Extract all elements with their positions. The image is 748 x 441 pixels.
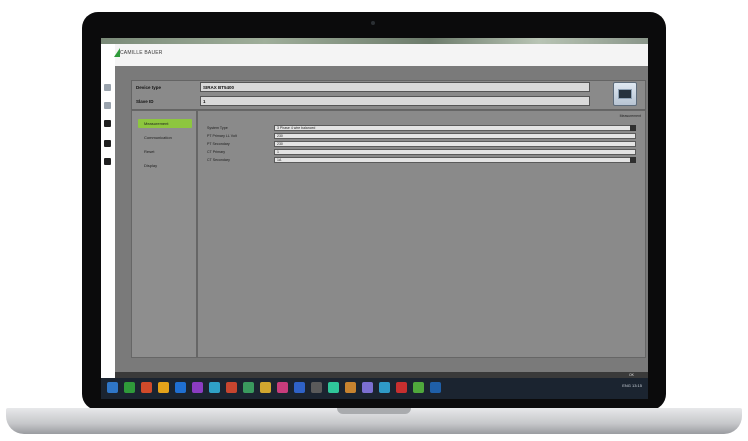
field-value: 1 bbox=[277, 150, 279, 154]
taskbar-app-icon[interactable] bbox=[124, 382, 135, 393]
taskbar-app-icon[interactable] bbox=[226, 382, 237, 393]
taskbar-app-icon[interactable] bbox=[396, 382, 407, 393]
pt-primary-input[interactable]: 230 bbox=[274, 133, 636, 139]
field-label: PT Secondary bbox=[207, 142, 230, 146]
ct-primary-input[interactable]: 1 bbox=[274, 149, 636, 155]
device-info-panel: Device type SIRAX BT5400 Slave ID 1 bbox=[131, 80, 646, 110]
field-label: CT Secondary bbox=[207, 158, 230, 162]
app-header: CAMILLE BAUER bbox=[114, 44, 648, 66]
taskbar: ENG 13:15 bbox=[101, 378, 648, 399]
field-ct-secondary: CT Secondary 1A bbox=[207, 157, 637, 163]
slave-id-label: Slave ID bbox=[136, 99, 154, 104]
app-logo-text: CAMILLE BAUER bbox=[120, 50, 163, 56]
field-label: System Type bbox=[207, 126, 228, 130]
device-type-label: Device type bbox=[136, 85, 162, 90]
field-value: 3 Phase 4 wire balanced bbox=[277, 126, 316, 130]
camera-icon bbox=[371, 21, 375, 25]
system-type-select[interactable]: 3 Phase 4 wire balanced bbox=[274, 125, 636, 131]
field-system-type: System Type 3 Phase 4 wire balanced bbox=[207, 125, 637, 131]
menu-item-communication[interactable]: Communication bbox=[138, 133, 192, 142]
section-title: Measurement bbox=[619, 114, 641, 118]
taskbar-app-icon[interactable] bbox=[141, 382, 152, 393]
menu-item-measurement[interactable]: Measurement bbox=[138, 119, 192, 128]
slave-id-field[interactable]: 1 bbox=[200, 96, 590, 106]
device-image bbox=[613, 82, 637, 106]
taskbar-app-icon[interactable] bbox=[362, 382, 373, 393]
taskbar-app-icon[interactable] bbox=[430, 382, 441, 393]
app-body: Device type SIRAX BT5400 Slave ID 1 Meas… bbox=[115, 66, 648, 372]
taskbar-app-icon[interactable] bbox=[345, 382, 356, 393]
field-value: 1A bbox=[277, 158, 282, 162]
field-ct-primary: CT Primary 1 bbox=[207, 149, 637, 155]
field-value: 230 bbox=[277, 134, 283, 138]
dropdown-arrow-icon[interactable] bbox=[630, 157, 636, 163]
system-tray[interactable]: ENG 13:15 bbox=[622, 383, 642, 388]
save-icon[interactable] bbox=[104, 120, 111, 127]
taskbar-app-icon[interactable] bbox=[379, 382, 390, 393]
taskbar-app-icon[interactable] bbox=[158, 382, 169, 393]
laptop-bezel: CAMILLE BAUER Device type SIRAX BT5400 S… bbox=[82, 12, 666, 410]
field-pt-secondary: PT Secondary 230 bbox=[207, 141, 637, 147]
laptop-screen: CAMILLE BAUER Device type SIRAX BT5400 S… bbox=[101, 38, 648, 399]
file-icon[interactable] bbox=[104, 84, 111, 91]
field-value: 230 bbox=[277, 142, 283, 146]
field-label: PT Primary LL Volt bbox=[207, 134, 237, 138]
download-icon[interactable] bbox=[104, 140, 111, 147]
laptop-base bbox=[6, 408, 742, 434]
upload-icon[interactable] bbox=[104, 158, 111, 165]
taskbar-app-icon[interactable] bbox=[192, 382, 203, 393]
menu-item-display[interactable]: Display bbox=[138, 161, 192, 170]
taskbar-app-icon[interactable] bbox=[209, 382, 220, 393]
taskbar-app-icon[interactable] bbox=[175, 382, 186, 393]
ok-button[interactable]: OK bbox=[629, 373, 634, 377]
dropdown-arrow-icon[interactable] bbox=[630, 125, 636, 131]
pt-secondary-input[interactable]: 230 bbox=[274, 141, 636, 147]
taskbar-app-icon[interactable] bbox=[107, 382, 118, 393]
folder-icon[interactable] bbox=[104, 102, 111, 109]
taskbar-app-icon[interactable] bbox=[243, 382, 254, 393]
laptop-notch bbox=[337, 408, 411, 414]
taskbar-app-icon[interactable] bbox=[277, 382, 288, 393]
field-label: CT Primary bbox=[207, 150, 226, 154]
ct-secondary-select[interactable]: 1A bbox=[274, 157, 636, 163]
taskbar-app-icon[interactable] bbox=[328, 382, 339, 393]
taskbar-app-icon[interactable] bbox=[294, 382, 305, 393]
taskbar-app-icon[interactable] bbox=[260, 382, 271, 393]
desktop-icon-strip bbox=[101, 44, 115, 378]
field-pt-primary: PT Primary LL Volt 230 bbox=[207, 133, 637, 139]
taskbar-app-icon[interactable] bbox=[413, 382, 424, 393]
settings-content: Measurement System Type 3 Phase 4 wire b… bbox=[197, 110, 646, 358]
taskbar-app-icon[interactable] bbox=[311, 382, 322, 393]
device-type-field[interactable]: SIRAX BT5400 bbox=[200, 82, 590, 92]
menu-item-reset[interactable]: Reset bbox=[138, 147, 192, 156]
settings-menu: Measurement Communication Reset Display bbox=[131, 110, 197, 358]
